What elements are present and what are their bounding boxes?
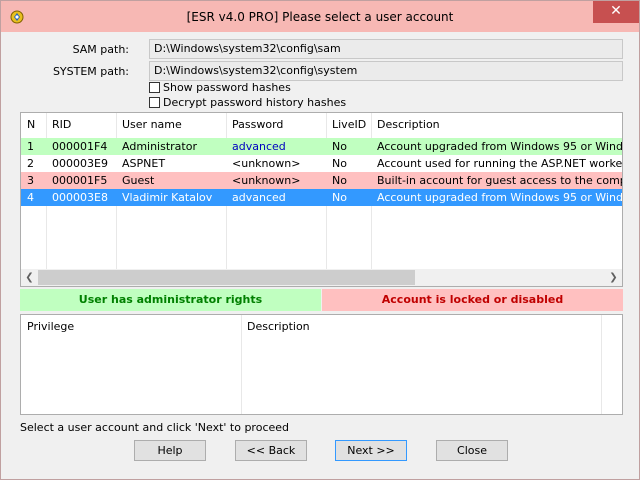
cell-n: 1 [27,140,34,153]
cell-description: Account upgraded from Windows 95 or Wind… [377,191,622,204]
close-button[interactable]: Close [436,440,508,461]
cell-rid: 000001F4 [52,140,108,153]
column-header-user-name[interactable]: User name [116,113,226,137]
cell-liveid: No [332,157,347,170]
column-header-n[interactable]: N [21,113,46,137]
decrypt-history-checkbox[interactable]: Decrypt password history hashes [149,96,346,109]
column-header-description[interactable]: Description [371,113,622,137]
close-button-label: Close [457,444,487,457]
back-button[interactable]: << Back [235,440,307,461]
privileges-header-row: Privilege Description [21,315,622,339]
checkbox-box[interactable] [149,82,160,93]
cell-rid: 000003E8 [52,191,108,204]
account-row-vladimir-katalov[interactable]: 4 000003E8 Vladimir Katalov advanced No … [21,189,622,206]
locked-account-legend: Account is locked or disabled [322,289,623,311]
show-password-hashes-label: Show password hashes [163,81,291,94]
cell-password: advanced [232,191,286,204]
sam-path-field[interactable]: D:\Windows\system32\config\sam [149,39,623,59]
help-button[interactable]: Help [134,440,206,461]
column-header-privilege-description[interactable]: Description [241,315,601,339]
cell-liveid: No [332,174,347,187]
system-path-field[interactable]: D:\Windows\system32\config\system [149,61,623,81]
main-window: [ESR v4.0 PRO] Please select a user acco… [0,0,640,480]
show-password-hashes-checkbox[interactable]: Show password hashes [149,81,291,94]
horizontal-scrollbar[interactable]: ❮ ❯ [21,269,622,286]
grid-line [601,315,602,414]
account-row-guest[interactable]: 3 000001F5 Guest <unknown> No Built-in a… [21,172,622,189]
cell-description: Built-in account for guest access to the… [377,174,622,187]
column-header-liveid[interactable]: LiveID [326,113,371,137]
cell-user-name: ASPNET [122,157,166,170]
column-header-privilege[interactable]: Privilege [21,315,241,339]
column-header-rid[interactable]: RID [46,113,116,137]
cell-password: advanced [232,140,286,153]
grid-line [241,315,242,414]
next-button[interactable]: Next >> [335,440,407,461]
accounts-grid[interactable]: N RID User name Password LiveID Descript… [20,112,623,287]
help-button-label: Help [157,444,183,457]
cell-password: <unknown> [232,174,301,187]
system-path-value: D:\Windows\system32\config\system [154,64,358,77]
column-header-password[interactable]: Password [226,113,326,137]
accounts-header-row: N RID User name Password LiveID Descript… [21,113,622,137]
decrypt-history-label: Decrypt password history hashes [163,96,347,109]
cell-n: 4 [27,191,34,204]
window-title: [ESR v4.0 PRO] Please select a user acco… [186,10,454,24]
admin-rights-legend: User has administrator rights [20,289,321,311]
scrollbar-thumb[interactable] [38,270,415,285]
cell-user-name: Administrator [122,140,197,153]
privileges-grid[interactable]: Privilege Description [20,314,623,415]
close-icon: ✕ [610,3,622,19]
checkbox-box[interactable] [149,97,160,108]
cell-user-name: Guest [122,174,155,187]
close-window-button[interactable]: ✕ [593,1,639,23]
cell-rid: 000001F5 [52,174,108,187]
sam-path-value: D:\Windows\system32\config\sam [154,42,341,55]
chevron-left-icon[interactable]: ❮ [21,269,38,286]
title-bar[interactable]: [ESR v4.0 PRO] Please select a user acco… [1,1,639,32]
cell-password: <unknown> [232,157,301,170]
account-row-aspnet[interactable]: 2 000003E9 ASPNET <unknown> No Account u… [21,155,622,172]
cell-n: 3 [27,174,34,187]
next-button-label: Next >> [347,444,395,457]
account-row-administrator[interactable]: 1 000001F4 Administrator advanced No Acc… [21,138,622,155]
cell-description: Account used for running the ASP.NET wor… [377,157,622,170]
cell-liveid: No [332,191,347,204]
cell-rid: 000003E9 [52,157,108,170]
cell-n: 2 [27,157,34,170]
chevron-right-icon[interactable]: ❯ [605,269,622,286]
status-text: Select a user account and click 'Next' t… [20,421,290,434]
cell-description: Account upgraded from Windows 95 or Wind… [377,140,622,153]
back-button-label: << Back [246,444,296,457]
system-path-label: SYSTEM path: [52,65,129,78]
sam-path-label: SAM path: [72,43,129,56]
cell-liveid: No [332,140,347,153]
cell-user-name: Vladimir Katalov [122,191,213,204]
